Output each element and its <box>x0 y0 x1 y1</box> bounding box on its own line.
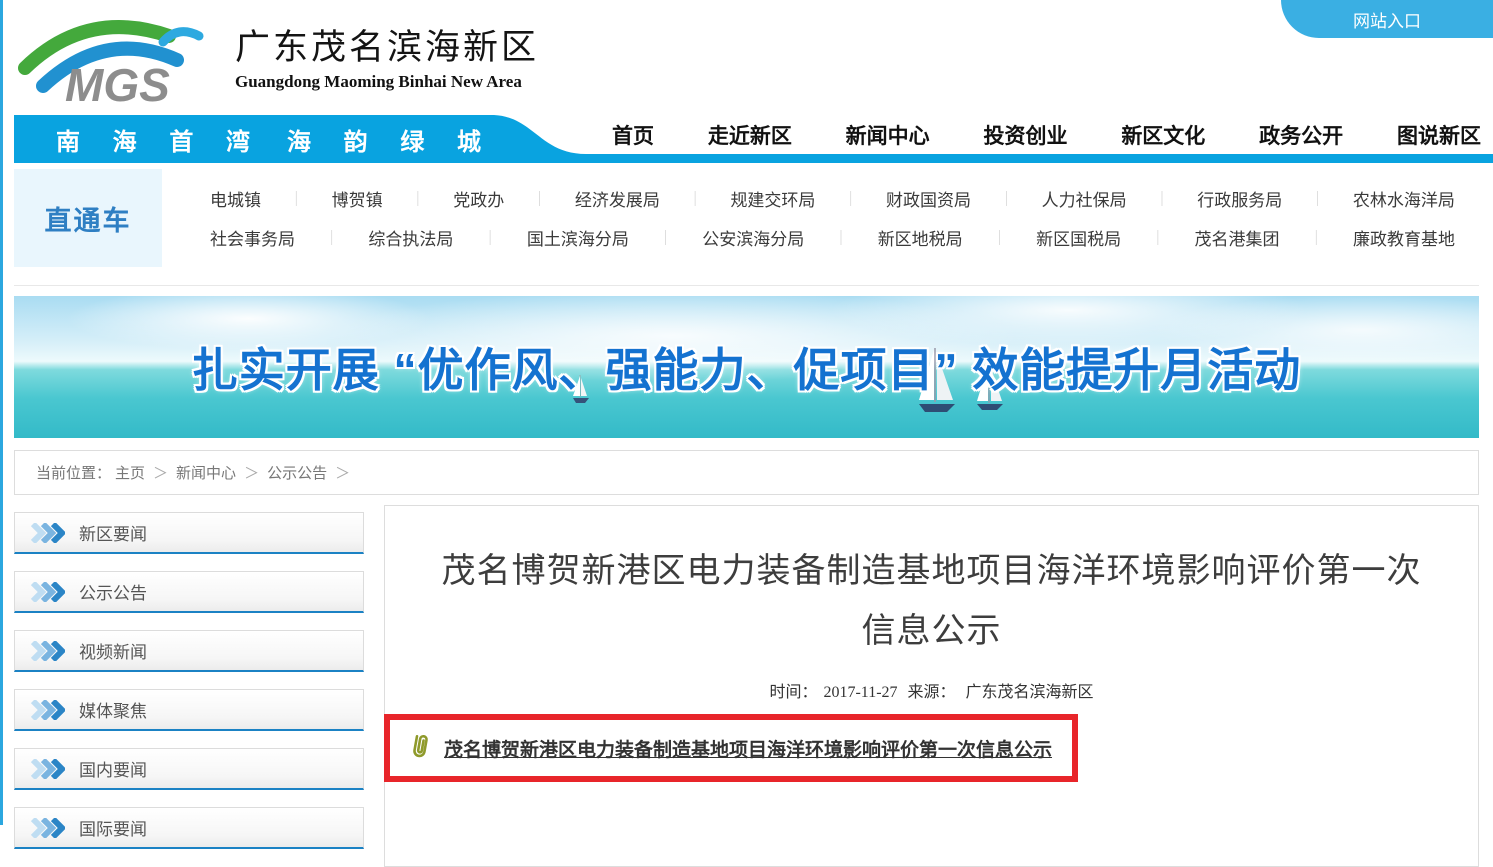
breadcrumb-separator: ＞ <box>335 462 350 483</box>
site-logo[interactable]: MGS 广东茂名滨海新区 Guangdong Maoming Binhai Ne… <box>17 6 539 106</box>
breadcrumb-home[interactable]: 主页 <box>115 462 145 483</box>
sidebar-item-label: 国际要闻 <box>79 815 147 840</box>
sidebar-item-label: 新区要闻 <box>79 520 147 545</box>
svg-text:MGS: MGS <box>65 59 170 106</box>
meta-time-label: 时间： <box>769 684 817 701</box>
quicklink-separator: ｜ <box>289 188 304 209</box>
sidebar-item-label: 视频新闻 <box>79 638 147 663</box>
nav-item-culture[interactable]: 新区文化 <box>1121 120 1205 150</box>
breadcrumb-news-center[interactable]: 新闻中心 <box>176 462 236 483</box>
breadcrumb: 当前位置： 主页 ＞ 新闻中心 ＞ 公示公告 ＞ <box>14 450 1479 495</box>
quicklink-separator: ｜ <box>992 227 1007 248</box>
quicklink-separator: ｜ <box>658 227 673 248</box>
triple-chevron-icon <box>31 641 65 661</box>
article-title: 茂名博贺新港区电力装备制造基地项目海洋环境影响评价第一次信息公示 <box>385 542 1478 662</box>
bar-wave-curve <box>494 115 586 163</box>
quicklink-separator: ｜ <box>1150 227 1165 248</box>
meta-source-value: 广东茂名滨海新区 <box>966 684 1094 701</box>
sidebar-item-label: 国内要闻 <box>79 756 147 781</box>
quicklink-separator: ｜ <box>483 227 498 248</box>
breadcrumb-label: 当前位置： <box>36 462 111 483</box>
sidebar-item-label: 公示公告 <box>79 579 147 604</box>
triple-chevron-icon <box>31 523 65 543</box>
quicklink-gongan[interactable]: 公安滨海分局 <box>702 225 804 250</box>
quicklink-separator: ｜ <box>843 188 858 209</box>
quicklinks-label: 直通车 <box>14 169 162 267</box>
quicklink-caizheng[interactable]: 财政国资局 <box>886 186 971 211</box>
quicklink-separator: ｜ <box>688 188 703 209</box>
quicklink-gangjituan[interactable]: 茂名港集团 <box>1195 225 1280 250</box>
triple-chevron-icon <box>31 759 65 779</box>
slogan-nav-bar: 南 海 首 湾 海 韵 绿 城 首页 走近新区 新闻中心 投资创业 新区文化 政… <box>14 115 1493 163</box>
quicklink-nonglin[interactable]: 农林水海洋局 <box>1353 186 1455 211</box>
quicklinks-row-1: 电城镇 ｜ 博贺镇 ｜ 党政办 ｜ 经济发展局 ｜ 规建交环局 ｜ 财政国资局 ｜ 人力社保… <box>210 186 1455 211</box>
quicklink-separator: ｜ <box>833 227 848 248</box>
sidebar-item-xinqu-yaowen[interactable]: 新区要闻 <box>14 512 364 554</box>
page-header: MGS 广东茂名滨海新区 Guangdong Maoming Binhai Ne… <box>14 0 1493 115</box>
quicklink-guotu[interactable]: 国土滨海分局 <box>527 225 629 250</box>
nav-item-home[interactable]: 首页 <box>612 120 654 150</box>
breadcrumb-announcements[interactable]: 公示公告 <box>267 462 327 483</box>
slogan-banner: 南 海 首 湾 海 韵 绿 城 <box>14 115 494 163</box>
nav-item-gallery[interactable]: 图说新区 <box>1397 120 1481 150</box>
breadcrumb-separator: ＞ <box>153 462 168 483</box>
quicklink-guijian[interactable]: 规建交环局 <box>730 186 815 211</box>
sidebar-item-label: 媒体聚焦 <box>79 697 147 722</box>
quicklink-shehui[interactable]: 社会事务局 <box>210 225 295 250</box>
triple-chevron-icon <box>31 700 65 720</box>
meta-source-label: 来源： <box>908 684 956 701</box>
nav-item-invest[interactable]: 投资创业 <box>983 120 1067 150</box>
nav-item-about[interactable]: 走近新区 <box>708 120 792 150</box>
sidebar-item-meiti-jujiao[interactable]: 媒体聚焦 <box>14 689 364 731</box>
quicklink-separator: ｜ <box>999 188 1014 209</box>
quicklinks-rows: 电城镇 ｜ 博贺镇 ｜ 党政办 ｜ 经济发展局 ｜ 规建交环局 ｜ 财政国资局 ｜ 人力社保… <box>162 169 1479 267</box>
paperclip-icon <box>406 731 435 765</box>
quicklink-separator: ｜ <box>410 188 425 209</box>
triple-chevron-icon <box>31 818 65 838</box>
site-name-en: Guangdong Maoming Binhai New Area <box>235 72 539 92</box>
slogan-part2: 海 韵 绿 城 <box>287 122 494 157</box>
mgs-logo-icon: MGS <box>17 6 217 106</box>
quicklink-renli[interactable]: 人力社保局 <box>1042 186 1127 211</box>
breadcrumb-separator: ＞ <box>244 462 259 483</box>
sidebar: 新区要闻 公示公告 视频新闻 媒体聚焦 国内要闻 国际要闻 <box>14 505 364 866</box>
meta-time-value: 2017-11-27 <box>823 684 897 701</box>
campaign-banner-text: 扎实开展 “优作风、强能力、促项目” 效能提升月活动 <box>192 334 1302 400</box>
site-entry-button[interactable]: 网站入口 <box>1281 0 1493 38</box>
quicklink-separator: ｜ <box>324 227 339 248</box>
quicklink-separator: ｜ <box>1309 227 1324 248</box>
quicklink-diancheng[interactable]: 电城镇 <box>210 186 261 211</box>
sidebar-item-shipin-xinwen[interactable]: 视频新闻 <box>14 630 364 672</box>
sidebar-item-gongshi-gonggao[interactable]: 公示公告 <box>14 571 364 613</box>
article-panel: 茂名博贺新港区电力装备制造基地项目海洋环境影响评价第一次信息公示 时间： 2017… <box>384 505 1479 867</box>
sidebar-item-guonei-yaowen[interactable]: 国内要闻 <box>14 748 364 790</box>
attachment-link[interactable]: 茂名博贺新港区电力装备制造基地项目海洋环境影响评价第一次信息公示 <box>444 735 1052 762</box>
quicklink-lianzheng[interactable]: 廉政教育基地 <box>1353 225 1455 250</box>
quicklink-xingzheng[interactable]: 行政服务局 <box>1197 186 1282 211</box>
slogan-part1: 南 海 首 湾 <box>56 122 263 157</box>
article-meta: 时间： 2017-11-27 来源： 广东茂名滨海新区 <box>385 678 1478 702</box>
attachment-highlight-box: 茂名博贺新港区电力装备制造基地项目海洋环境影响评价第一次信息公示 <box>384 714 1078 782</box>
site-name-cn: 广东茂名滨海新区 <box>235 19 539 70</box>
quicklink-separator: ｜ <box>1154 188 1169 209</box>
nav-item-news[interactable]: 新闻中心 <box>846 120 930 150</box>
campaign-banner[interactable]: 扎实开展 “优作风、强能力、促项目” 效能提升月活动 <box>14 296 1479 438</box>
quicklink-separator: ｜ <box>532 188 547 209</box>
site-title-block: 广东茂名滨海新区 Guangdong Maoming Binhai New Ar… <box>235 19 539 106</box>
quicklink-dangzhengban[interactable]: 党政办 <box>453 186 504 211</box>
main-navigation: 首页 走近新区 新闻中心 投资创业 新区文化 政务公开 图说新区 <box>612 115 1481 154</box>
quicklinks-row-2: 社会事务局 ｜ 综合执法局 ｜ 国土滨海分局 ｜ 公安滨海分局 ｜ 新区地税局 ｜ 新区国… <box>210 225 1455 250</box>
quicklink-jingji[interactable]: 经济发展局 <box>575 186 660 211</box>
sidebar-item-guoji-yaowen[interactable]: 国际要闻 <box>14 807 364 849</box>
quicklink-separator: ｜ <box>1310 188 1325 209</box>
quicklinks-section: 直通车 电城镇 ｜ 博贺镇 ｜ 党政办 ｜ 经济发展局 ｜ 规建交环局 ｜ 财政国资局 ｜ … <box>14 165 1479 286</box>
nav-item-gov-info[interactable]: 政务公开 <box>1259 120 1343 150</box>
content-area: 新区要闻 公示公告 视频新闻 媒体聚焦 国内要闻 国际要闻 茂名博贺新港区电力装… <box>14 505 1479 867</box>
quicklink-bohe[interactable]: 博贺镇 <box>332 186 383 211</box>
triple-chevron-icon <box>31 582 65 602</box>
quicklink-dishui[interactable]: 新区地税局 <box>878 225 963 250</box>
quicklink-guoshui[interactable]: 新区国税局 <box>1036 225 1121 250</box>
quicklink-zonghe[interactable]: 综合执法局 <box>368 225 453 250</box>
